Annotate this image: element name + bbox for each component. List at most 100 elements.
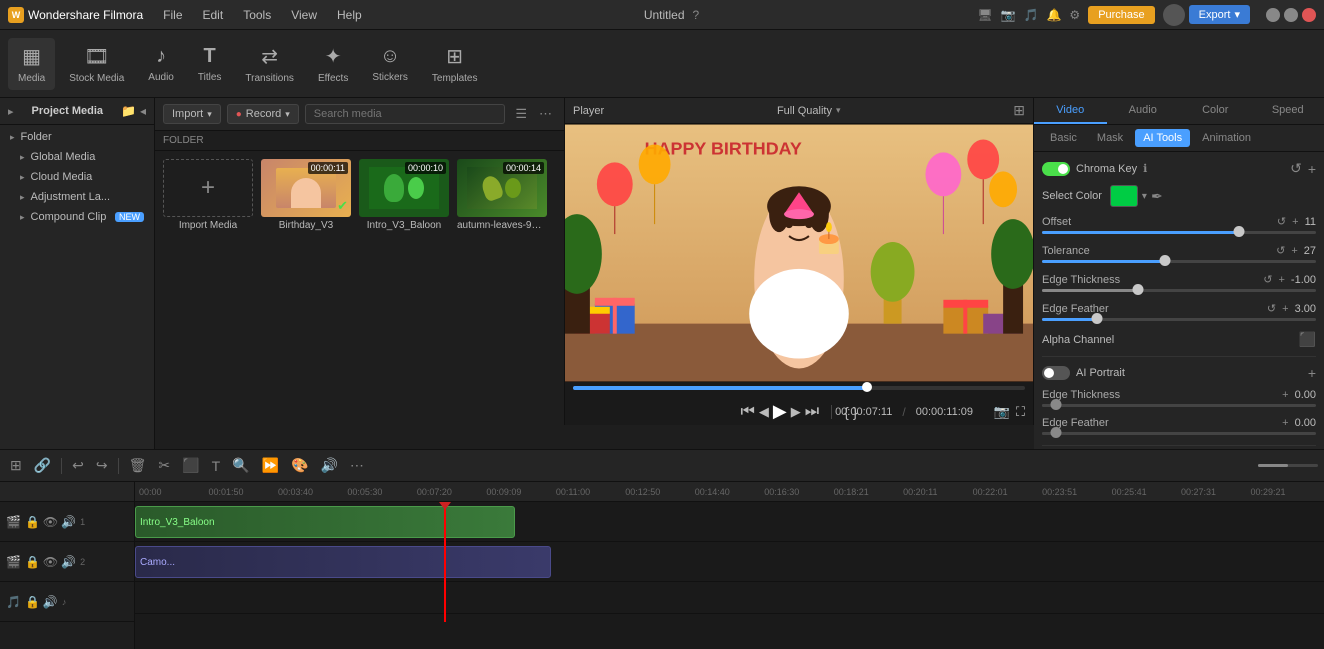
tool-stock-media[interactable]: 🎞 Stock Media (59, 38, 134, 90)
ai-edge-thickness-add[interactable]: + (1282, 389, 1288, 401)
tl-color[interactable]: 🎨 (287, 455, 312, 476)
tolerance-track[interactable] (1042, 260, 1316, 263)
progress-bar-area[interactable] (565, 382, 1033, 398)
sidebar-item-cloud[interactable]: ▸ Cloud Media (0, 167, 154, 187)
tab-audio[interactable]: Audio (1107, 98, 1180, 124)
export-button[interactable]: Export ▾ (1189, 5, 1250, 24)
tolerance-add[interactable]: + (1291, 245, 1297, 257)
offset-thumb[interactable] (1234, 226, 1245, 237)
subtab-aitools[interactable]: AI Tools (1135, 129, 1190, 147)
media-item-intro[interactable]: 00:00:10 Intro_V3_Baloon (359, 159, 449, 231)
subtab-basic[interactable]: Basic (1042, 129, 1085, 147)
track1-audio[interactable]: 🔊 (61, 515, 76, 529)
ai-edge-feather-thumb[interactable] (1050, 427, 1061, 438)
offset-reset[interactable]: ↺ (1277, 215, 1286, 228)
edge-thickness-track[interactable] (1042, 289, 1316, 292)
ai-edge-thickness-thumb[interactable] (1050, 399, 1061, 410)
tl-audio[interactable]: 🔊 (316, 455, 341, 476)
edge-thickness-thumb[interactable] (1132, 284, 1143, 295)
record-button[interactable]: ● Record ▾ (227, 104, 299, 124)
playhead[interactable] (444, 502, 446, 622)
edge-feather-track[interactable] (1042, 318, 1316, 321)
eyedropper-icon[interactable]: ✒ (1151, 188, 1163, 205)
tl-more[interactable]: ⋯ (346, 455, 368, 476)
sidebar-item-compound[interactable]: ▸ Compound Clip NEW (0, 207, 154, 227)
tab-video[interactable]: Video (1034, 98, 1107, 124)
sidebar-item-global[interactable]: ▸ Global Media (0, 147, 154, 167)
import-button[interactable]: Import ▾ (163, 104, 221, 124)
ai-edge-feather-track[interactable] (1042, 432, 1316, 435)
edge-thickness-reset[interactable]: ↺ (1263, 273, 1272, 286)
color-swatch[interactable] (1110, 185, 1138, 207)
frame-forward-button[interactable]: ▶ (791, 404, 801, 420)
progress-thumb[interactable] (862, 382, 872, 392)
track1-lock[interactable]: 🔒 (25, 515, 40, 529)
collapse-icon[interactable]: ▸ (8, 105, 14, 118)
edge-thickness-add[interactable]: + (1278, 274, 1284, 286)
menu-file[interactable]: File (159, 6, 186, 24)
import-media-item[interactable]: + Import Media (163, 159, 253, 231)
panel-icon-collapse[interactable]: ◂ (140, 104, 146, 118)
purchase-button[interactable]: Purchase (1088, 6, 1154, 24)
track2-eye[interactable]: 👁 (43, 555, 58, 569)
offset-add[interactable]: + (1292, 216, 1298, 228)
help-icon[interactable]: ? (693, 8, 700, 22)
ai-edge-feather-add[interactable]: + (1282, 417, 1288, 429)
tab-speed[interactable]: Speed (1252, 98, 1324, 124)
track1-eye[interactable]: 👁 (43, 515, 58, 529)
more-icon[interactable]: ⋯ (535, 104, 556, 124)
maximize-button[interactable] (1284, 8, 1298, 22)
tl-crop[interactable]: ⬛ (178, 455, 203, 476)
fullscreen-button[interactable]: ⛶ (1016, 404, 1025, 420)
sidebar-item-adjustment[interactable]: ▸ Adjustment La... (0, 187, 154, 207)
tl-text[interactable]: T (208, 456, 225, 476)
track2-audio[interactable]: 🔊 (61, 555, 76, 569)
tool-audio[interactable]: ♪ Audio (138, 39, 184, 89)
menu-tools[interactable]: Tools (239, 6, 275, 24)
skip-forward-button[interactable]: ⏭ (805, 403, 819, 421)
chroma-plus-icon[interactable]: + (1308, 161, 1316, 177)
quality-selector[interactable]: Full Quality ▾ (777, 105, 841, 117)
tl-redo[interactable]: ↪ (92, 455, 112, 476)
tool-transitions[interactable]: ⇄ Transitions (235, 38, 304, 90)
color-dropdown-arrow[interactable]: ▾ (1142, 191, 1147, 202)
tool-media[interactable]: ▦ Media (8, 38, 55, 90)
search-input[interactable] (305, 104, 506, 124)
chroma-key-info[interactable]: ℹ (1143, 162, 1147, 175)
menu-help[interactable]: Help (333, 6, 366, 24)
subtab-mask[interactable]: Mask (1089, 129, 1131, 147)
subtab-animation[interactable]: Animation (1194, 129, 1259, 147)
minimize-button[interactable] (1266, 8, 1280, 22)
music-icon[interactable]: 🎵 (1024, 8, 1039, 22)
tolerance-thumb[interactable] (1160, 255, 1171, 266)
volume-slider[interactable] (1258, 464, 1318, 467)
skip-back-button[interactable]: ⏮ (740, 403, 754, 421)
clip-intro[interactable]: Intro_V3_Baloon (135, 506, 515, 538)
snapshot-button[interactable]: 📷 (994, 404, 1010, 420)
play-button[interactable]: ▶ (773, 401, 787, 422)
tl-undo[interactable]: ↩ (68, 455, 88, 476)
monitor-icon[interactable]: 🖥 (977, 8, 992, 22)
panel-icon-folder[interactable]: 📁 (121, 104, 136, 118)
close-button[interactable] (1302, 8, 1316, 22)
media-item-autumn[interactable]: 00:00:14 autumn-leaves-92681 (457, 159, 547, 231)
bell-icon[interactable]: 🔔 (1046, 8, 1061, 22)
tolerance-reset[interactable]: ↺ (1276, 244, 1285, 257)
settings-icon[interactable]: ⚙ (1069, 8, 1080, 22)
track2-lock[interactable]: 🔒 (25, 555, 40, 569)
tl-delete[interactable]: 🗑 (125, 455, 151, 476)
filter-icon[interactable]: ☰ (511, 104, 531, 124)
import-placeholder[interactable]: + (163, 159, 253, 217)
sidebar-item-folder[interactable]: ▸ Folder (0, 127, 154, 147)
tool-templates[interactable]: ⊞ Templates (422, 38, 488, 90)
edge-feather-add[interactable]: + (1282, 303, 1288, 315)
track-audio-mute[interactable]: 🔊 (43, 595, 58, 609)
ai-portrait-toggle[interactable] (1042, 366, 1070, 380)
menu-edit[interactable]: Edit (199, 6, 228, 24)
track-audio-lock[interactable]: 🔒 (25, 595, 40, 609)
tl-link[interactable]: 🔗 (30, 455, 55, 476)
media-item-birthday[interactable]: 00:00:11 ✔ Birthday_V3 (261, 159, 351, 231)
preview-icon[interactable]: ⊞ (1013, 102, 1025, 119)
edge-feather-thumb[interactable] (1091, 313, 1102, 324)
ai-portrait-add[interactable]: + (1308, 365, 1316, 381)
